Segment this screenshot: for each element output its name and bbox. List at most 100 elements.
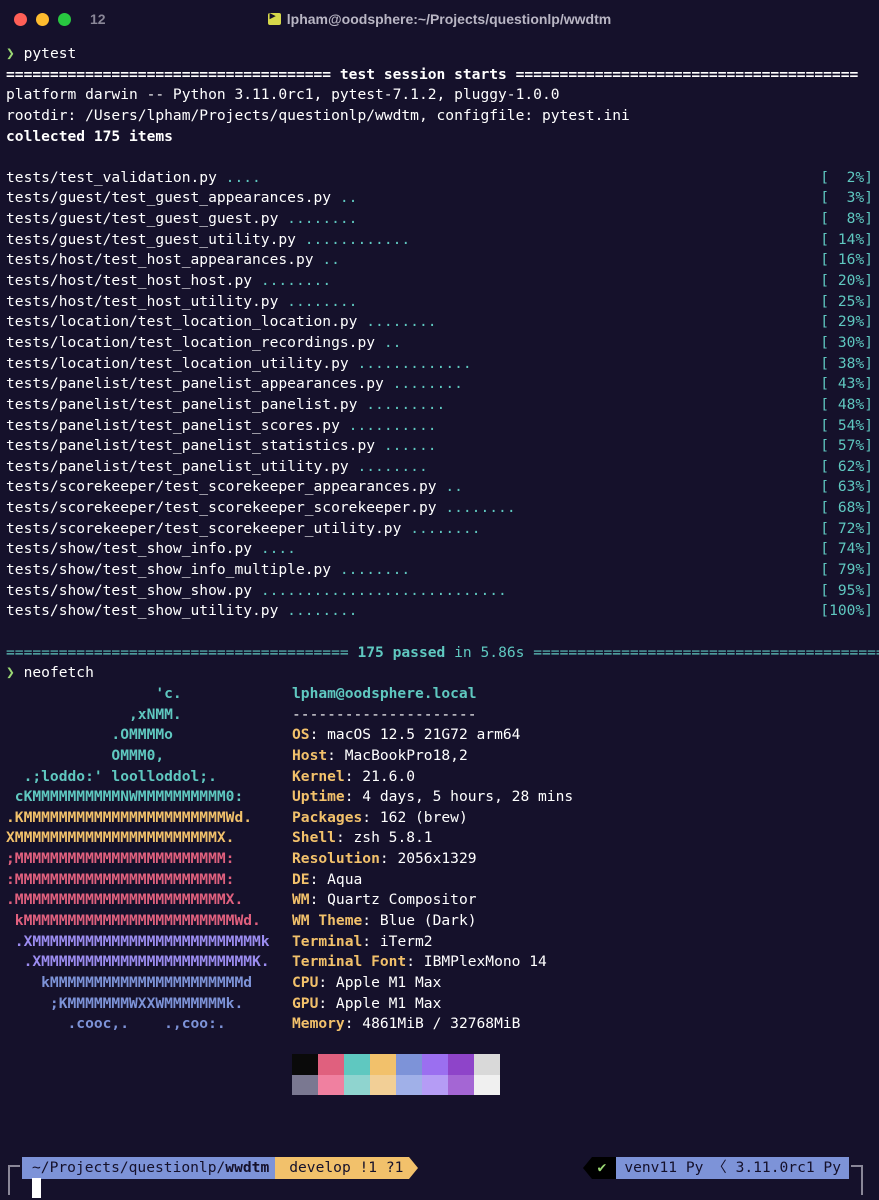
session-footer: ======================================= … [6,643,879,661]
progress-percent: [ 30%] [820,333,873,351]
progress-percent: [ 14%] [820,230,873,248]
platform-line: platform darwin -- Python 3.11.0rc1, pyt… [6,86,560,104]
segment-arrow [582,1157,592,1179]
test-dots: .. [383,333,402,351]
info-value: : Blue (Dark) [362,912,477,930]
info-key: Resolution [292,850,380,868]
command-text: pytest [23,45,77,62]
current-directory: ~/Projects/questionlp/wwdtm [22,1157,276,1179]
progress-percent: [ 38%] [820,354,873,372]
info-key: WM [292,891,310,909]
test-file: tests/panelist/test_panelist_scores.py [6,416,340,434]
test-result-row: tests/panelist/test_panelist_scores.py .… [6,416,873,437]
info-row: Packages: 162 (brew) [292,808,573,829]
progress-percent: [ 25%] [820,292,873,310]
color-swatch [474,1054,500,1075]
prompt-symbol: ❯ [6,45,15,62]
progress-percent: [ 57%] [820,437,873,455]
ascii-art-line: ,xNMM. [6,705,182,723]
info-key: Host [292,746,328,764]
test-result-row: tests/location/test_location_location.py… [6,312,873,333]
test-dots: .... [260,540,296,558]
test-file: tests/show/test_show_utility.py [6,602,279,620]
test-dots: .. [445,478,463,496]
color-swatch [318,1054,344,1075]
ascii-art-line: .XMMMMMMMMMMMMMMMMMMMMMMMMK. [6,953,270,971]
palette-row-normal [292,1054,500,1075]
ascii-art-line: XMMMMMMMMMMMMMMMMMMMMMMMX. [6,829,235,847]
test-dots: .......... [348,416,437,434]
info-row: Uptime: 4 days, 5 hours, 28 mins [292,787,573,808]
ascii-art-line: ;KMMMMMMMWXXWMMMMMMMk. [6,994,244,1012]
info-value: : Apple M1 Max [318,973,442,991]
test-result-row: tests/location/test_location_utility.py … [6,354,873,375]
info-row: Kernel: 21.6.0 [292,767,573,788]
test-file: tests/show/test_show_info_multiple.py [6,561,332,579]
progress-percent: [ 63%] [820,478,873,496]
info-value: : Apple M1 Max [318,994,442,1012]
test-result-row: tests/scorekeeper/test_scorekeeper_utili… [6,519,873,540]
test-file: tests/location/test_location_recordings.… [6,333,376,351]
test-dots: ........ [445,499,516,517]
test-dots: ......... [366,395,446,413]
info-value: : iTerm2 [362,932,433,950]
color-swatch [448,1074,474,1095]
terminal-output[interactable]: ❯ pytest ===============================… [6,44,879,684]
test-result-row: tests/host/test_host_utility.py ........… [6,292,873,313]
prompt-symbol: ❯ [6,664,15,682]
virtualenv-segment: venv11 Py 〈 3.11.0rc1 Py [616,1157,849,1179]
test-result-row: tests/show/test_show_show.py ...........… [6,581,873,602]
test-file: tests/host/test_host_host.py [6,272,253,290]
progress-percent: [ 54%] [820,416,873,434]
test-result-row: tests/host/test_host_appearances.py .. [ … [6,250,873,271]
test-dots: ........ [366,313,437,331]
progress-percent: [ 20%] [820,272,873,290]
progress-percent: [ 74%] [820,540,873,558]
test-dots: ............ [304,230,411,248]
info-value: : MacBookPro18,2 [327,746,468,764]
info-value: : 2056x1329 [379,850,477,868]
info-row: Shell: zsh 5.8.1 [292,828,573,849]
prompt-status-bar: ~/Projects/questionlp/wwdtm develop !1 ?… [0,1157,879,1179]
info-key: Shell [292,829,336,847]
window-title-text: lpham@oodsphere:~/Projects/questionlp/ww… [286,11,612,27]
info-key: Memory [292,1015,345,1033]
color-swatch [344,1074,370,1095]
progress-percent: [ 8%] [820,210,873,228]
test-result-row: tests/host/test_host_host.py ........ [ 2… [6,271,873,292]
test-dots: ............. [357,354,472,372]
system-info: lpham@oodsphere.local ------------------… [292,684,573,1035]
test-file: tests/panelist/test_panelist_appearances… [6,375,384,393]
info-key: GPU [292,994,319,1012]
prompt-line: ❯ neofetch [6,663,873,684]
test-file: tests/guest/test_guest_appearances.py [6,189,332,207]
color-swatch [370,1054,396,1075]
info-key: OS [292,726,310,744]
window-title: lpham@oodsphere:~/Projects/questionlp/ww… [0,9,879,27]
text-cursor[interactable] [32,1178,41,1198]
apple-logo-ascii-art: 'c. ,xNMM. .OMMMMo OMMM0, .;loddo:' lool… [6,684,286,1035]
info-key: Uptime [292,788,345,806]
info-value: : Quartz Compositor [309,891,477,909]
test-dots: ........ [287,602,358,620]
info-row: Memory: 4861MiB / 32768MiB [292,1014,573,1035]
info-key: Packages [292,808,363,826]
duration: in 5.86s [454,643,525,661]
progress-percent: [100%] [820,602,873,620]
test-file: tests/scorekeeper/test_scorekeeper_utili… [6,519,402,537]
info-key: Kernel [292,767,345,785]
progress-percent: [ 43%] [820,375,873,393]
test-file: tests/show/test_show_info.py [6,540,253,558]
test-result-row: tests/show/test_show_info_multiple.py ..… [6,560,873,581]
color-swatch [396,1054,422,1075]
test-file: tests/scorekeeper/test_scorekeeper_appea… [6,478,437,496]
info-row: GPU: Apple M1 Max [292,994,573,1015]
info-row: WM Theme: Blue (Dark) [292,911,573,932]
test-result-row: tests/panelist/test_panelist_panelist.py… [6,395,873,416]
test-file: tests/show/test_show_show.py [6,581,253,599]
ascii-art-line: :MMMMMMMMMMMMMMMMMMMMMMMM: [6,870,235,888]
info-row: Terminal Font: IBMPlexMono 14 [292,952,573,973]
info-row: DE: Aqua [292,870,573,891]
